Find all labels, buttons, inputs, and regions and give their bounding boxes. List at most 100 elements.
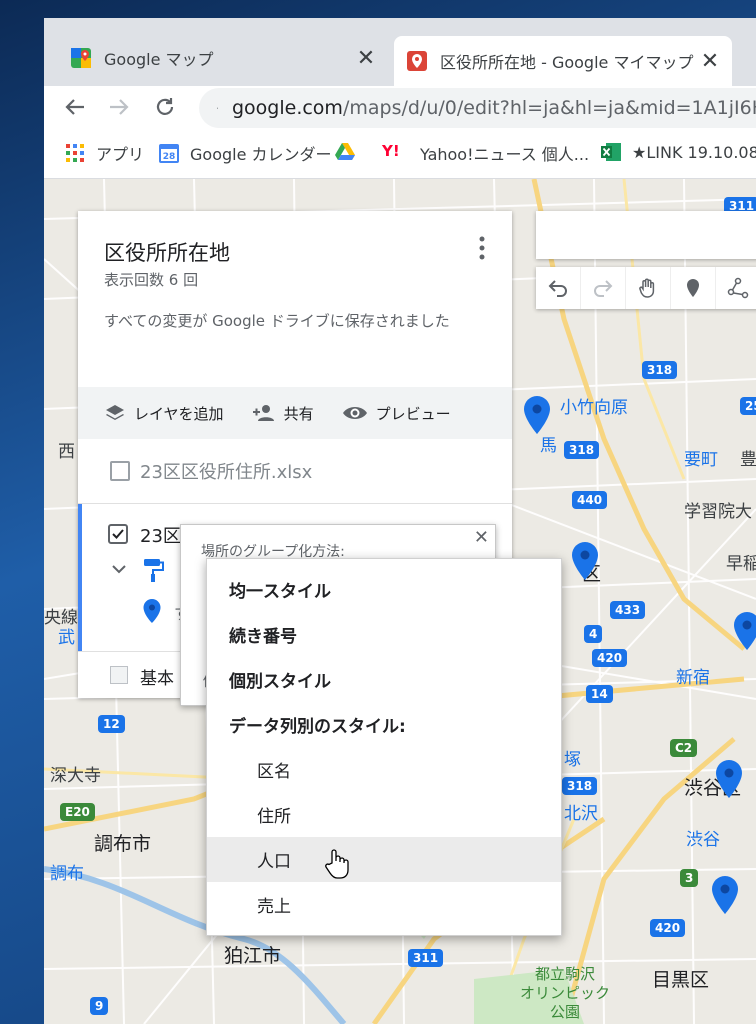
map-label: 北沢 — [564, 804, 598, 824]
map-marker-icon[interactable] — [710, 875, 740, 915]
bookmark-label: アプリ — [96, 145, 145, 164]
close-tab-icon[interactable]: ✕ — [354, 46, 378, 71]
map-label: 豊 — [740, 450, 756, 470]
browser-toolbar: google.com/maps/d/u/0/edit?hl=ja&hl=ja&m… — [44, 86, 756, 128]
map-marker-icon[interactable] — [714, 759, 744, 799]
menu-item-label: 住所 — [257, 807, 291, 827]
preview-label: プレビュー — [375, 404, 451, 423]
more-vert-icon[interactable] — [474, 233, 490, 263]
excel-icon — [601, 143, 621, 161]
eye-icon — [342, 407, 367, 419]
route-shield: 14 — [586, 685, 613, 703]
arrow-right-icon — [110, 99, 129, 115]
redo-button[interactable] — [581, 267, 626, 309]
bookmark-label: Yahoo!ニュース 個人... — [420, 145, 590, 164]
chevron-down-icon[interactable] — [110, 560, 128, 578]
map-marker-icon[interactable] — [732, 611, 756, 651]
forward-button[interactable] — [102, 90, 136, 124]
map-label: 渋谷 — [686, 830, 720, 850]
new-tab-button[interactable] — [738, 48, 756, 68]
map-label: 小竹向原 — [560, 398, 628, 418]
bookmarks-bar: アプリ 28 Google カレンダー Y! Yahoo!ニュース 個人... … — [44, 128, 756, 179]
bookmark-apps[interactable]: アプリ — [64, 141, 144, 165]
map-label: 調布 — [50, 864, 84, 884]
map-label: 武 — [58, 628, 75, 648]
layer-name: 23区区役所住所.xlsx — [140, 462, 313, 483]
menu-item-column-population[interactable]: 人口 — [207, 837, 561, 882]
select-hand-button[interactable] — [626, 267, 671, 309]
menu-item-uniform-style[interactable]: 均一スタイル — [207, 567, 561, 612]
menu-item-column-address[interactable]: 住所 — [207, 792, 561, 837]
map-canvas[interactable]: 西 央線 武 深大寺 調布市 調布 狛江市 小竹向原 馬 要町 豊 学習院大 区… — [44, 179, 756, 1024]
preview-button[interactable]: プレビュー — [342, 402, 451, 424]
map-label: 都立駒沢 オリンピック 公園 — [520, 965, 611, 1021]
close-icon[interactable]: ✕ — [474, 527, 489, 548]
active-layer-indicator — [78, 504, 82, 651]
layer-checkbox-checked[interactable] — [108, 524, 128, 544]
share-button[interactable]: 共有 — [252, 402, 314, 424]
marker-icon — [687, 279, 699, 297]
reload-button[interactable] — [148, 90, 182, 124]
menu-item-label: 均一スタイル — [229, 582, 331, 602]
base-map-dropdown[interactable] — [110, 666, 128, 684]
paint-roller-icon[interactable] — [142, 556, 166, 584]
menu-item-individual-style[interactable]: 個別スタイル — [207, 657, 561, 702]
save-status: すべての変更が Google ドライブに保存されました — [104, 312, 450, 330]
menu-item-column-ward[interactable]: 区名 — [207, 747, 561, 792]
add-layer-button[interactable]: レイヤを追加 — [104, 402, 224, 424]
address-bar[interactable]: google.com/maps/d/u/0/edit?hl=ja&hl=ja&m… — [199, 88, 756, 128]
share-label: 共有 — [283, 404, 314, 423]
tab-my-maps[interactable]: 区役所所在地 - Google マイマップ ✕ — [394, 36, 732, 86]
google-drive-icon — [335, 143, 355, 160]
layer-checkbox[interactable] — [110, 461, 130, 481]
map-marker-icon[interactable] — [570, 541, 600, 581]
menu-item-label: 区名 — [257, 762, 291, 782]
menu-item-label: 売上 — [257, 897, 291, 917]
bookmark-calendar[interactable]: 28 Google カレンダー — [158, 141, 332, 165]
menu-item-column-sales[interactable]: 売上 — [207, 882, 561, 927]
route-shield: E20 — [60, 803, 95, 821]
tab-title: 区役所所在地 - Google マイマップ — [440, 53, 694, 72]
route-shield: 433 — [610, 601, 646, 619]
lock-icon — [217, 107, 218, 109]
draw-line-button[interactable] — [716, 267, 756, 309]
tab-google-maps[interactable]: Google マップ ✕ — [58, 36, 388, 80]
browser-window: Google マップ ✕ 区役所所在地 - Google マイマップ ✕ goo… — [44, 18, 756, 1024]
bookmark-label: Google カレンダー — [190, 145, 332, 164]
menu-item-sequence[interactable]: 続き番号 — [207, 612, 561, 657]
my-maps-icon — [407, 51, 427, 71]
url-host: google.com — [231, 97, 343, 119]
back-button[interactable] — [58, 90, 92, 124]
map-label: 目黒区 — [652, 969, 710, 991]
yahoo-icon: Y! — [382, 142, 400, 160]
map-label: 要町 — [684, 450, 718, 470]
bookmark-yahoo[interactable]: Y! Yahoo!ニュース 個人... — [382, 141, 589, 165]
route-shield: 3 — [680, 869, 699, 887]
calendar-badge: 28 — [163, 152, 176, 162]
panel-actions: レイヤを追加 共有 プレビュー — [78, 387, 512, 439]
bookmark-link[interactable]: ★LINK 19.10.08~ — [600, 141, 756, 163]
undo-button[interactable] — [536, 267, 581, 309]
map-title[interactable]: 区役所所在地 — [104, 237, 230, 267]
hand-icon — [639, 278, 655, 298]
add-person-icon — [252, 405, 274, 421]
route-shield: 420 — [650, 919, 686, 937]
route-shield: 318 — [642, 361, 678, 379]
route-shield: 9 — [90, 997, 109, 1015]
tab-strip: Google マップ ✕ 区役所所在地 - Google マイマップ ✕ — [44, 18, 756, 86]
menu-heading-style-by-column: データ列別のスタイル: — [207, 702, 561, 747]
route-shield: 25 — [740, 397, 756, 415]
bookmark-drive[interactable] — [334, 141, 366, 163]
map-search-box[interactable] — [536, 211, 756, 259]
google-maps-icon — [71, 48, 91, 68]
route-shield: 318 — [562, 777, 598, 795]
menu-item-label: 個別スタイル — [229, 672, 331, 692]
tab-title: Google マップ — [104, 50, 214, 69]
calendar-icon: 28 — [159, 144, 179, 163]
map-toolbar — [536, 267, 756, 309]
layer-item[interactable]: 23区区役所住所.xlsx — [78, 439, 512, 504]
map-marker-icon[interactable] — [522, 395, 552, 435]
close-tab-icon[interactable]: ✕ — [698, 49, 722, 74]
map-label: 学習院大 — [684, 502, 752, 522]
add-marker-button[interactable] — [671, 267, 716, 309]
